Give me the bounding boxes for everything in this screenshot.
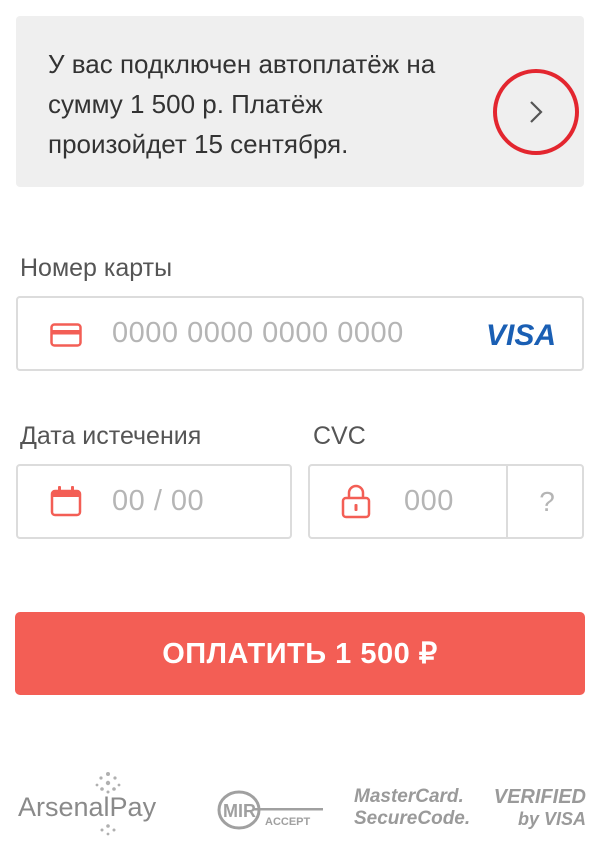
visa-logo: VISA xyxy=(486,319,556,351)
verified-by-visa-logo: VERIFIED by VISA xyxy=(486,786,586,838)
verified-line1: VERIFIED xyxy=(493,786,586,808)
chevron-right-icon xyxy=(530,101,543,123)
cvc-input[interactable]: 000 xyxy=(404,485,454,518)
pay-button[interactable]: ОПЛАТИТЬ 1 500 ₽ xyxy=(15,612,585,695)
visa-brand-text: VISA xyxy=(486,319,556,351)
mastercard-line1: MasterCard. xyxy=(354,786,464,807)
cvc-field[interactable]: 000 ? xyxy=(308,464,584,539)
verified-line2: by VISA xyxy=(517,809,586,829)
expiry-label: Дата истечения xyxy=(20,422,202,450)
credit-card-icon xyxy=(50,323,82,347)
mir-text: MIR xyxy=(223,801,256,821)
autopay-notice: У вас подключен автоплатёж на сумму 1 50… xyxy=(16,16,584,187)
mastercard-line2: SecureCode. xyxy=(354,808,471,829)
cvc-label: CVC xyxy=(313,422,366,450)
autopay-notice-text: У вас подключен автоплатёж на сумму 1 50… xyxy=(48,49,436,159)
lock-icon xyxy=(341,484,371,519)
cvc-help-button[interactable]: ? xyxy=(506,466,586,537)
card-number-label: Номер карты xyxy=(20,254,173,282)
accept-text: ACCEPT xyxy=(265,816,311,828)
calendar-icon xyxy=(50,486,82,517)
autopay-details-button[interactable] xyxy=(493,69,579,155)
pay-button-label: ОПЛАТИТЬ 1 500 ₽ xyxy=(162,638,438,670)
mastercard-securecode-logo: MasterCard. SecureCode. xyxy=(354,786,471,838)
mir-accept-mark: MIR ACCEPT xyxy=(217,790,323,830)
cvc-help-label: ? xyxy=(539,485,555,517)
mir-accept-logo: MIR ACCEPT xyxy=(217,788,327,832)
expiry-field[interactable]: 00 / 00 xyxy=(16,464,292,539)
card-number-input[interactable]: 0000 0000 0000 0000 xyxy=(112,317,404,350)
arsenalpay-text: ArsenalPay xyxy=(18,792,157,822)
expiry-input[interactable]: 00 / 00 xyxy=(112,485,204,518)
card-number-field[interactable]: 0000 0000 0000 0000 VISA xyxy=(16,296,584,371)
arsenalpay-logo: ArsenalPay xyxy=(18,768,166,840)
